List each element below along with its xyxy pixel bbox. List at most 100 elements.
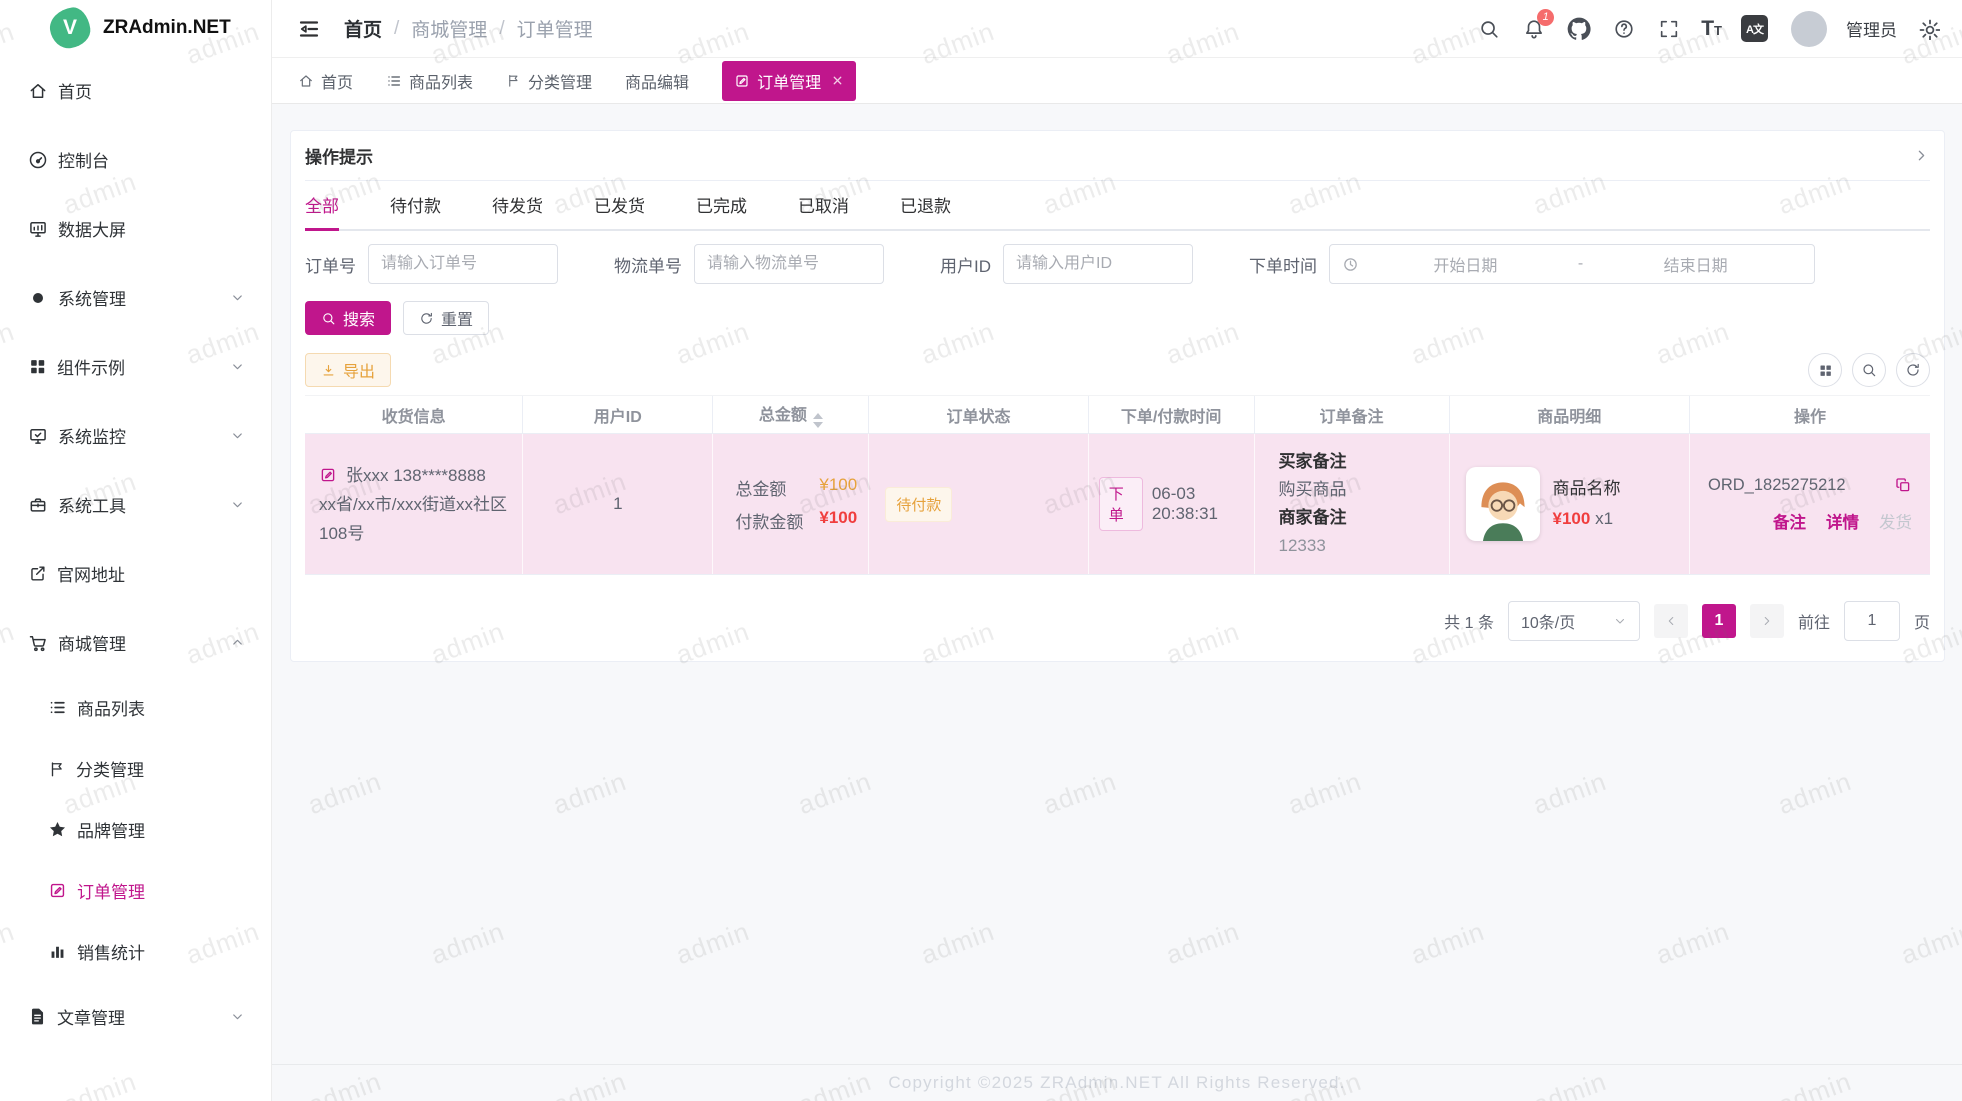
toolbox-icon — [28, 495, 48, 515]
data-screen-icon — [28, 219, 48, 239]
sidebar-item-monitor[interactable]: 系统监控 — [0, 401, 271, 470]
tab-status-unpaid[interactable]: 待付款 — [390, 181, 441, 231]
sidebar-item-orders[interactable]: 订单管理 — [0, 860, 271, 921]
search-button[interactable] — [1476, 16, 1502, 42]
tab-status-refunded[interactable]: 已退款 — [900, 181, 951, 231]
chevron-down-icon — [1613, 614, 1627, 628]
font-size-button[interactable]: TT — [1701, 18, 1722, 39]
note-action[interactable]: 备注 — [1773, 509, 1806, 533]
detail-action[interactable]: 详情 — [1826, 509, 1859, 533]
order-no: ORD_1825275212 — [1708, 476, 1894, 495]
product-cell: 商品名称 ¥100 x1 — [1460, 467, 1680, 541]
page-size-select[interactable]: 10条/页 — [1508, 601, 1640, 641]
close-icon[interactable] — [831, 74, 844, 87]
notifications-button[interactable]: 1 — [1521, 16, 1547, 42]
toggle-search-button[interactable] — [1852, 353, 1886, 387]
copyright-text: Copyright ©2025 ZRAdmin.NET All Rights R… — [888, 1073, 1345, 1093]
sidebar-item-system[interactable]: 系统管理 — [0, 263, 271, 332]
col-time: 下单/付款时间 — [1088, 396, 1254, 434]
breadcrumb-home[interactable]: 首页 — [344, 15, 382, 42]
amount-cell: 总金额¥100 付款金额¥100 — [723, 475, 858, 533]
table-row: 张xxx 138****8888 xx省/xx市/xxx街道xx社区108号 1… — [305, 434, 1930, 575]
sidebar-item-data-screen[interactable]: 数据大屏 — [0, 194, 271, 263]
sidebar-item-category[interactable]: 分类管理 — [0, 738, 271, 799]
sidebar-item-tools[interactable]: 系统工具 — [0, 470, 271, 539]
sort-caret-icon[interactable] — [813, 413, 823, 428]
date-range-picker[interactable]: 开始日期 - 结束日期 — [1329, 244, 1815, 284]
col-receiver: 收货信息 — [305, 396, 523, 434]
chevron-up-icon — [230, 635, 245, 650]
page-number-current[interactable]: 1 — [1702, 604, 1736, 638]
tab-product-list[interactable]: 商品列表 — [386, 69, 473, 93]
category-icon — [48, 760, 66, 778]
logo-icon: V — [47, 5, 92, 50]
tab-status-cancelled[interactable]: 已取消 — [798, 181, 849, 231]
tab-home[interactable]: 首页 — [298, 69, 353, 93]
tab-orders[interactable]: 订单管理 — [722, 61, 856, 101]
sidebar-item-articles[interactable]: 文章管理 — [0, 982, 271, 1051]
fullscreen-button[interactable] — [1656, 16, 1682, 42]
goto-page-input[interactable] — [1844, 601, 1900, 641]
sidebar-item-product-list[interactable]: 商品列表 — [0, 677, 271, 738]
edit-icon[interactable] — [319, 466, 337, 484]
col-amount[interactable]: 总金额 — [713, 396, 869, 434]
search-icon — [321, 311, 336, 326]
list-icon — [48, 698, 67, 717]
refresh-table-button[interactable] — [1896, 353, 1930, 387]
tab-status-shipped[interactable]: 已发货 — [594, 181, 645, 231]
chevron-down-icon — [230, 290, 245, 305]
gear-icon — [28, 288, 48, 308]
font-size-icon: T — [1701, 18, 1714, 39]
tab-product-edit[interactable]: 商品编辑 — [625, 69, 689, 93]
table-header-row: 收货信息 用户ID 总金额 订单状态 下单/付款时间 订单备注 商品明细 操作 — [305, 396, 1930, 434]
time-value: 06-03 20:38:31 — [1152, 484, 1244, 524]
settings-button[interactable] — [1916, 16, 1942, 42]
tab-status-unshipped[interactable]: 待发货 — [492, 181, 543, 231]
shipping-no-label: 物流单号 — [614, 252, 682, 277]
sidebar-item-website[interactable]: 官网地址 — [0, 539, 271, 608]
column-settings-button[interactable] — [1808, 353, 1842, 387]
tab-status-all[interactable]: 全部 — [305, 181, 339, 231]
total-value: ¥100 — [819, 475, 857, 500]
col-user-id: 用户ID — [523, 396, 713, 434]
sidebar-item-brand[interactable]: 品牌管理 — [0, 799, 271, 860]
sidebar-item-dashboard[interactable]: 控制台 — [0, 125, 271, 194]
shipping-no-input[interactable] — [694, 244, 884, 284]
breadcrumb: 首页 / 商城管理 / 订单管理 — [344, 15, 593, 42]
product-price: ¥100 — [1553, 509, 1591, 528]
order-no-input[interactable] — [368, 244, 558, 284]
sidebar-item-components[interactable]: 组件示例 — [0, 332, 271, 401]
sidebar-menu: 首页 控制台 数据大屏 系统管理 组件示例 系统监控 系统工具 官网地址 商城管… — [0, 56, 271, 1051]
sidebar-collapse-button[interactable] — [296, 16, 322, 42]
tab-category[interactable]: 分类管理 — [506, 69, 592, 93]
tips-collapse-header[interactable]: 操作提示 — [305, 131, 1930, 181]
next-page-button[interactable] — [1750, 604, 1784, 638]
orders-card: 操作提示 全部 待付款 待发货 已发货 已完成 已取消 已退款 订单号 物流单号 — [290, 130, 1945, 662]
chevron-right-icon — [1913, 147, 1930, 164]
product-image[interactable] — [1466, 467, 1540, 541]
hamburger-icon — [297, 17, 321, 41]
sidebar-item-sales-stats[interactable]: 销售统计 — [0, 921, 271, 982]
monitor-icon — [28, 426, 48, 446]
export-button[interactable]: 导出 — [305, 353, 391, 387]
app-logo[interactable]: V ZRAdmin.NET — [0, 0, 271, 56]
sidebar-item-mall[interactable]: 商城管理 — [0, 608, 271, 677]
tab-status-completed[interactable]: 已完成 — [696, 181, 747, 231]
col-remark: 订单备注 — [1254, 396, 1449, 434]
username[interactable]: 管理员 — [1846, 16, 1897, 41]
prev-page-button[interactable] — [1654, 604, 1688, 638]
user-id-input[interactable] — [1003, 244, 1193, 284]
list-icon — [386, 73, 402, 89]
avatar[interactable] — [1791, 11, 1827, 47]
total-label: 总金额 — [735, 475, 803, 500]
page-unit: 页 — [1914, 609, 1930, 633]
copy-icon[interactable] — [1894, 476, 1912, 494]
language-button[interactable]: A文 — [1741, 15, 1768, 42]
grid-icon — [1818, 363, 1833, 378]
help-button[interactable] — [1611, 16, 1637, 42]
reset-button[interactable]: 重置 — [403, 301, 489, 335]
ship-action-disabled: 发货 — [1879, 509, 1912, 533]
sidebar-item-home[interactable]: 首页 — [0, 56, 271, 125]
github-button[interactable] — [1566, 16, 1592, 42]
search-submit-button[interactable]: 搜索 — [305, 301, 391, 335]
